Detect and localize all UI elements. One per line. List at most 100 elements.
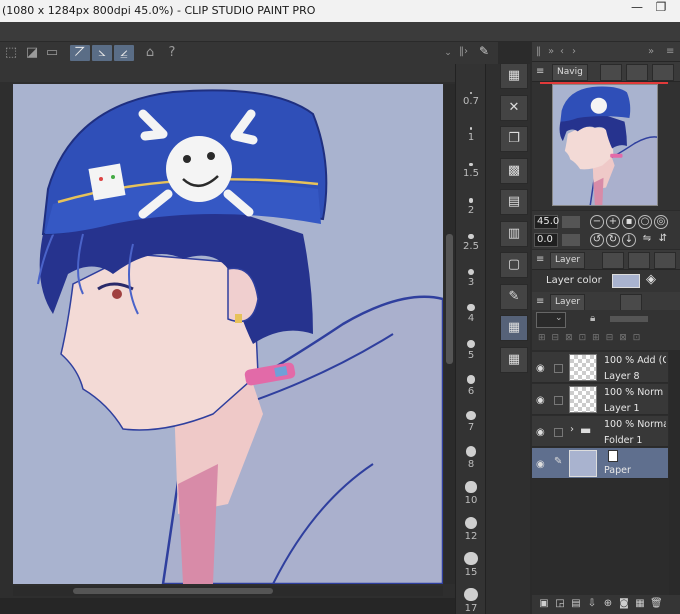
clear-icon[interactable]: ◪: [24, 45, 40, 61]
menu-icon[interactable]: ≡: [536, 250, 544, 270]
brush-size-1[interactable]: 1: [456, 127, 486, 143]
edit-pen-icon[interactable]: ✎: [554, 456, 563, 467]
tab-layer[interactable]: Layer: [550, 294, 586, 311]
tab-navigator[interactable]: Navig: [552, 64, 588, 81]
fit-window-icon[interactable]: ◎: [654, 215, 668, 229]
brush-size-8[interactable]: 8: [456, 446, 486, 470]
tab-auto-actions[interactable]: [654, 252, 676, 269]
lock-icon[interactable]: 🔒︎: [590, 313, 595, 324]
reset-rotation-icon[interactable]: ↓: [622, 233, 636, 247]
lock-checkbox[interactable]: [554, 428, 563, 437]
layer-row[interactable]: ◉ ✎ Paper: [532, 448, 668, 479]
combine-icon[interactable]: ⊕: [602, 597, 614, 610]
panel-collapse-icon[interactable]: ‖: [536, 42, 541, 62]
visibility-eye-icon[interactable]: ◉: [536, 395, 545, 406]
frame-icon[interactable]: ▭: [44, 45, 60, 61]
brush-size-3[interactable]: 3: [456, 269, 486, 288]
menu-icon[interactable]: ≡: [536, 292, 544, 312]
navigator-preview[interactable]: [552, 84, 658, 206]
grid-alt-icon[interactable]: ▦: [500, 346, 528, 373]
layer-option-icons[interactable]: ⊞⊟⊠⊡⊞⊟⊠⊡: [538, 333, 668, 345]
layer-row[interactable]: ◉ › ▬ 100 % Normal Folder 1: [532, 416, 668, 447]
delete-layer-icon[interactable]: 🗑︎: [650, 597, 663, 610]
fit-icon[interactable]: ▪: [622, 215, 636, 229]
apply-mask-icon[interactable]: ▦: [634, 597, 646, 610]
brush-size-7[interactable]: 7: [456, 410, 486, 433]
brush-size-5[interactable]: 5: [456, 339, 486, 361]
brush-size-6[interactable]: 6: [456, 375, 486, 397]
canvas-horizontal-scrollbar[interactable]: [13, 586, 443, 596]
rotate-slider[interactable]: [562, 234, 580, 246]
new-raster-layer-icon[interactable]: ▣: [538, 597, 550, 610]
tab-subview[interactable]: [600, 64, 622, 81]
rotate-right-icon[interactable]: ↻: [606, 233, 620, 247]
learn-icon[interactable]: ⌂: [142, 45, 158, 61]
tab-item-bank[interactable]: [626, 64, 648, 81]
folder-icon[interactable]: ▤: [500, 189, 528, 215]
layer-list-scrollbar[interactable]: [669, 350, 680, 595]
layer-color-swatch[interactable]: [612, 274, 640, 288]
brush-icon[interactable]: ✎: [479, 44, 489, 58]
canvas-artwork[interactable]: [13, 84, 443, 584]
folder-expand-icon[interactable]: ›: [570, 424, 574, 435]
lock-checkbox[interactable]: [554, 396, 563, 405]
brush-size-1.5[interactable]: 1.5: [456, 162, 486, 179]
zoom-in-icon[interactable]: +: [606, 215, 620, 229]
brush-size-12[interactable]: 12: [456, 516, 486, 542]
grid-icon[interactable]: ▩: [500, 157, 528, 184]
opacity-slider[interactable]: [610, 316, 648, 322]
rotate-field[interactable]: 0.0: [534, 233, 558, 247]
flip-vertical-icon[interactable]: ⇵: [656, 233, 670, 247]
zoom-slider[interactable]: [562, 216, 580, 228]
visibility-eye-icon[interactable]: ◉: [536, 427, 545, 438]
chevron-right-icon[interactable]: ›: [572, 42, 576, 62]
restore-button[interactable]: ❐: [650, 0, 672, 22]
new-folder-icon[interactable]: ▤: [570, 597, 582, 610]
mask-icon[interactable]: ◙: [618, 597, 630, 610]
zoom-field[interactable]: 45.0: [534, 215, 559, 229]
tab-layer-property[interactable]: Layer: [550, 252, 586, 269]
chevron-left-icon[interactable]: ‹: [560, 42, 564, 62]
vertical-scroll-thumb[interactable]: [446, 234, 453, 364]
brush-size-17[interactable]: 17: [456, 587, 486, 614]
frame-icon[interactable]: ▢: [500, 252, 528, 278]
horizontal-scroll-thumb[interactable]: [73, 588, 273, 594]
rotate-left-icon[interactable]: ↺: [590, 233, 604, 247]
calendar-icon[interactable]: ▥: [500, 220, 528, 247]
lock-checkbox[interactable]: [554, 364, 563, 373]
flip-horizontal-icon[interactable]: ⇋: [640, 233, 654, 247]
chevron-right-icon[interactable]: »: [548, 42, 554, 62]
tab-history[interactable]: [628, 252, 650, 269]
brush-size-15[interactable]: 15: [456, 552, 486, 578]
zoom-out-icon[interactable]: −: [590, 215, 604, 229]
tab-layer-alt[interactable]: [620, 294, 642, 311]
edit-icon[interactable]: ✎: [500, 283, 528, 310]
panel-collapse-icon[interactable]: ‖›: [459, 46, 468, 57]
select-all-icon[interactable]: ⬚: [3, 45, 19, 61]
stroke-pen-icon[interactable]: ⦢: [70, 45, 90, 61]
chevron-down-icon[interactable]: ⌄: [440, 45, 456, 61]
copy-icon[interactable]: ❐: [500, 126, 528, 152]
close-icon[interactable]: ✕: [500, 94, 528, 121]
new-vector-layer-icon[interactable]: ◲: [554, 597, 566, 610]
brush-size-4[interactable]: 4: [456, 304, 486, 324]
grid-active-icon[interactable]: ▦: [500, 315, 528, 341]
tab-gauge[interactable]: [652, 64, 674, 81]
brush-size-0.7[interactable]: 0.7: [456, 92, 486, 107]
brush-size-10[interactable]: 10: [456, 481, 486, 506]
fill-bucket-icon[interactable]: ◈: [646, 272, 656, 287]
tab-layer-search[interactable]: [602, 252, 624, 269]
brush-size-2.5[interactable]: 2.5: [456, 233, 486, 252]
actual-size-icon[interactable]: ○: [638, 215, 652, 229]
minimize-button[interactable]: —: [626, 0, 648, 22]
transfer-icon[interactable]: ⇩: [586, 597, 598, 610]
menu-icon[interactable]: ≡: [666, 42, 674, 62]
chevron-right-icon[interactable]: »: [648, 42, 654, 62]
layer-row[interactable]: ◉ 100 % Add (Glow) Layer 8: [532, 352, 668, 383]
stroke-marker-icon[interactable]: ⦤: [114, 45, 134, 61]
help-icon[interactable]: ?: [164, 45, 180, 61]
stroke-pencil-icon[interactable]: ⦣: [92, 45, 112, 61]
new-canvas-icon[interactable]: ▦: [500, 63, 528, 89]
blend-mode-select[interactable]: ⌄: [536, 312, 566, 328]
canvas-vertical-scrollbar[interactable]: [444, 84, 455, 584]
